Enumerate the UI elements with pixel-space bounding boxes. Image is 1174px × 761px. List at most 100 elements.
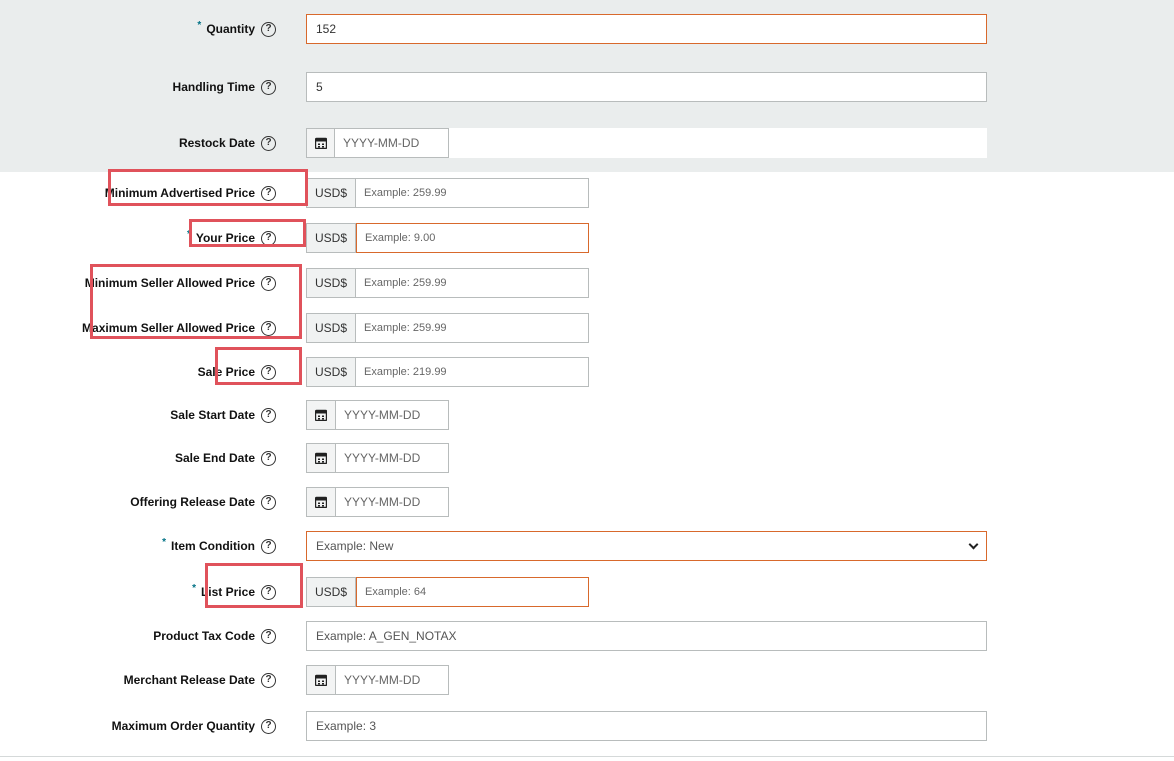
list-price-label-text: List Price: [200, 585, 255, 599]
quantity-input[interactable]: 152: [306, 14, 987, 44]
min-advertised-price-field: USD$ Example: 259.99: [306, 178, 589, 208]
offering-release-date-row: Offering Release Date ? YYYY-MM-DD: [0, 487, 1174, 517]
quantity-label-text: Quantity: [206, 22, 255, 36]
max-seller-allowed-price-field: USD$ Example: 259.99: [306, 313, 589, 343]
restock-date-row: Restock Date ? YYYY-MM-DD: [0, 128, 1174, 158]
min-seller-allowed-price-field: USD$ Example: 259.99: [306, 268, 589, 298]
handling-time-input[interactable]: 5: [306, 72, 987, 102]
help-icon[interactable]: ?: [261, 407, 276, 423]
offering-release-date-input[interactable]: YYYY-MM-DD: [336, 488, 420, 516]
chevron-down-icon: [968, 539, 979, 549]
min-advertised-price-row: Minimum Advertised Price ? USD$ Example:…: [0, 178, 1174, 208]
offering-release-date-label-text: Offering Release Date: [130, 495, 255, 509]
min-seller-allowed-price-row: Minimum Seller Allowed Price ? USD$ Exam…: [0, 268, 1174, 298]
item-condition-select[interactable]: Example: New: [306, 531, 987, 561]
restock-date-input[interactable]: YYYY-MM-DD: [335, 128, 449, 158]
min-seller-allowed-price-label-text: Minimum Seller Allowed Price: [84, 276, 255, 290]
your-price-label: * Your Price ?: [187, 223, 276, 253]
min-seller-allowed-price-input[interactable]: Example: 259.99: [356, 268, 589, 298]
merchant-release-date-label-text: Merchant Release Date: [123, 673, 255, 687]
offering-release-date-picker[interactable]: YYYY-MM-DD: [306, 487, 449, 517]
your-price-field: USD$ Example: 9.00: [306, 223, 589, 253]
merchant-release-date-input[interactable]: YYYY-MM-DD: [336, 666, 420, 694]
currency-prefix: USD$: [306, 577, 356, 607]
list-price-row: * List Price ? USD$ Example: 64: [0, 577, 1174, 607]
help-icon[interactable]: ?: [261, 320, 276, 336]
sale-end-date-picker[interactable]: YYYY-MM-DD: [306, 443, 449, 473]
list-price-field: USD$ Example: 64: [306, 577, 589, 607]
required-asterisk: *: [197, 19, 202, 31]
handling-time-label: Handling Time ?: [173, 72, 276, 102]
help-icon[interactable]: ?: [261, 79, 276, 95]
min-seller-allowed-price-label: Minimum Seller Allowed Price ?: [85, 268, 276, 298]
min-advertised-price-label-text: Minimum Advertised Price: [104, 186, 255, 200]
sale-price-label: Sale Price ?: [198, 357, 276, 387]
max-order-quantity-input[interactable]: Example: 3: [306, 711, 987, 741]
required-asterisk: *: [192, 582, 196, 594]
help-icon[interactable]: ?: [261, 364, 276, 380]
help-icon[interactable]: ?: [261, 538, 276, 554]
help-icon[interactable]: ?: [261, 672, 276, 688]
help-icon[interactable]: ?: [261, 494, 276, 510]
sale-price-field: USD$ Example: 219.99: [306, 357, 589, 387]
sale-start-date-picker[interactable]: YYYY-MM-DD: [306, 400, 449, 430]
handling-time-label-text: Handling Time: [172, 80, 255, 94]
sale-start-date-label: Sale Start Date ?: [170, 400, 276, 430]
your-price-row: * Your Price ? USD$ Example: 9.00: [0, 223, 1174, 253]
help-icon[interactable]: ?: [261, 584, 276, 600]
sale-price-row: Sale Price ? USD$ Example: 219.99: [0, 357, 1174, 387]
min-advertised-price-label: Minimum Advertised Price ?: [105, 178, 276, 208]
help-icon[interactable]: ?: [261, 135, 276, 151]
merchant-release-date-label: Merchant Release Date ?: [124, 665, 276, 695]
currency-prefix: USD$: [306, 268, 356, 298]
your-price-label-text: Your Price: [195, 231, 255, 245]
calendar-icon[interactable]: [307, 444, 336, 472]
product-tax-code-row: Product Tax Code ? Example: A_GEN_NOTAX: [0, 621, 1174, 651]
sale-end-date-row: Sale End Date ? YYYY-MM-DD: [0, 443, 1174, 473]
help-icon[interactable]: ?: [261, 450, 276, 466]
item-condition-placeholder: Example: New: [316, 539, 394, 553]
restock-date-picker[interactable]: YYYY-MM-DD: [306, 128, 987, 158]
max-order-quantity-label-text: Maximum Order Quantity: [111, 719, 255, 733]
currency-prefix: USD$: [306, 178, 356, 208]
handling-time-row: Handling Time ? 5: [0, 72, 1174, 102]
calendar-icon[interactable]: [307, 488, 336, 516]
sale-end-date-input[interactable]: YYYY-MM-DD: [336, 444, 420, 472]
your-price-input[interactable]: Example: 9.00: [356, 223, 589, 253]
help-icon[interactable]: ?: [261, 718, 276, 734]
currency-prefix: USD$: [306, 357, 356, 387]
offering-release-date-label: Offering Release Date ?: [130, 487, 276, 517]
quantity-row: * Quantity ? 152: [0, 14, 1174, 44]
currency-prefix: USD$: [306, 223, 356, 253]
section-divider: [0, 756, 1174, 757]
required-asterisk: *: [162, 536, 166, 548]
currency-prefix: USD$: [306, 313, 356, 343]
calendar-icon[interactable]: [307, 666, 336, 694]
max-seller-allowed-price-row: Maximum Seller Allowed Price ? USD$ Exam…: [0, 313, 1174, 343]
sale-end-date-label: Sale End Date ?: [175, 443, 276, 473]
product-tax-code-label-text: Product Tax Code: [153, 629, 255, 643]
calendar-icon[interactable]: [306, 128, 335, 158]
sale-price-label-text: Sale Price: [197, 365, 255, 379]
restock-date-label: Restock Date ?: [179, 128, 276, 158]
sale-start-date-input[interactable]: YYYY-MM-DD: [336, 401, 420, 429]
calendar-icon[interactable]: [307, 401, 336, 429]
max-seller-allowed-price-label: Maximum Seller Allowed Price ?: [82, 313, 276, 343]
merchant-release-date-picker[interactable]: YYYY-MM-DD: [306, 665, 449, 695]
help-icon[interactable]: ?: [261, 185, 276, 201]
max-order-quantity-row: Maximum Order Quantity ? Example: 3: [0, 711, 1174, 741]
item-condition-label: * Item Condition ?: [162, 531, 276, 561]
sale-price-input[interactable]: Example: 219.99: [356, 357, 589, 387]
list-price-label: * List Price ?: [192, 577, 276, 607]
product-tax-code-input[interactable]: Example: A_GEN_NOTAX: [306, 621, 987, 651]
help-icon[interactable]: ?: [261, 21, 276, 37]
sale-start-date-row: Sale Start Date ? YYYY-MM-DD: [0, 400, 1174, 430]
list-price-input[interactable]: Example: 64: [356, 577, 589, 607]
help-icon[interactable]: ?: [261, 628, 276, 644]
min-advertised-price-input[interactable]: Example: 259.99: [356, 178, 589, 208]
product-tax-code-label: Product Tax Code ?: [153, 621, 276, 651]
help-icon[interactable]: ?: [261, 230, 276, 246]
max-seller-allowed-price-input[interactable]: Example: 259.99: [356, 313, 589, 343]
help-icon[interactable]: ?: [261, 275, 276, 291]
merchant-release-date-row: Merchant Release Date ? YYYY-MM-DD: [0, 665, 1174, 695]
